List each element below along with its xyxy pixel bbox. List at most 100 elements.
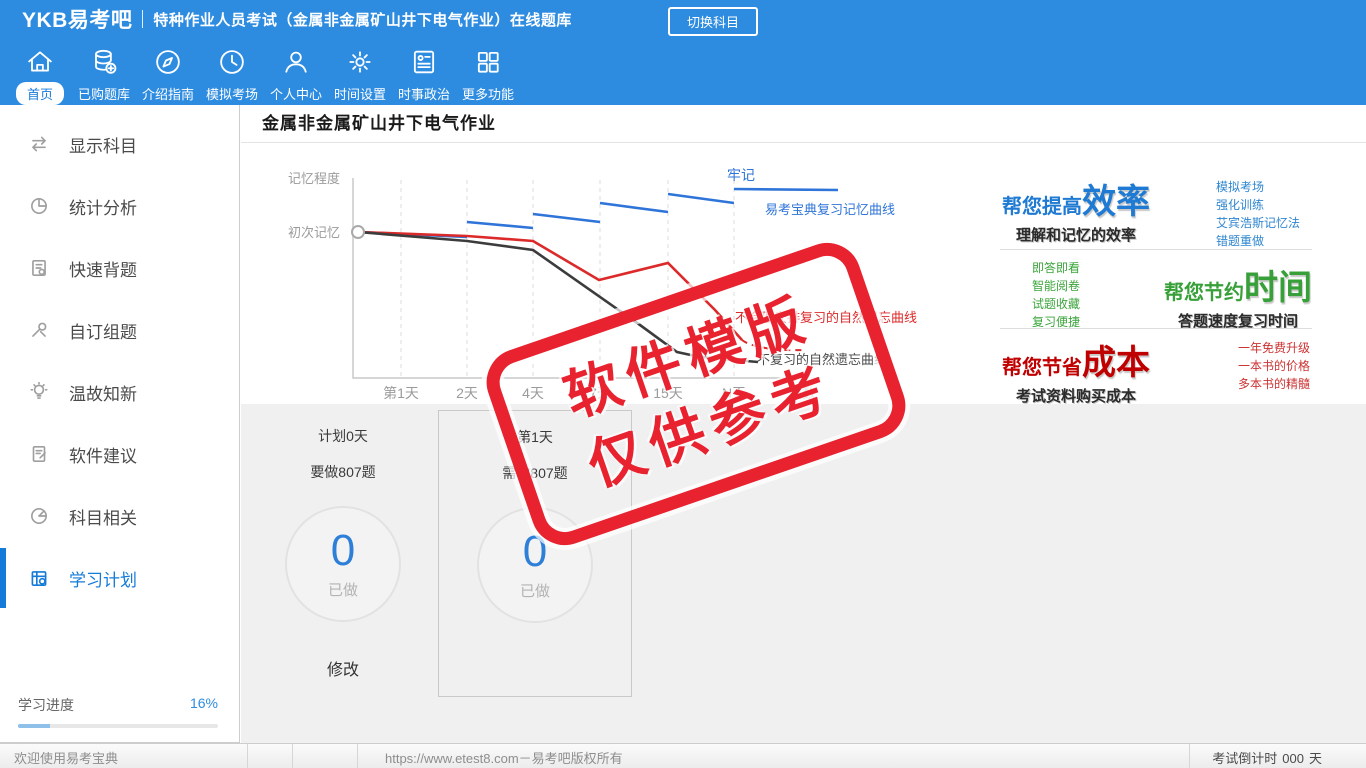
sidebar-item-label: 软件建议 xyxy=(69,446,137,466)
heading-big: 时间 xyxy=(1244,269,1312,307)
legend-review-curve: 易考宝典复习记忆曲线 xyxy=(765,202,895,217)
sidebar-item-subject-related[interactable]: 科目相关 xyxy=(0,485,239,547)
countdown-unit: 天 xyxy=(1308,751,1322,766)
heading-prefix: 帮您节约 xyxy=(1164,282,1244,304)
exam-countdown: 考试倒计时 000 天 xyxy=(1207,748,1322,767)
statusbar-divider xyxy=(1189,744,1190,768)
clock-icon xyxy=(220,50,244,74)
modify-plan-link[interactable]: 修改 xyxy=(327,656,359,680)
nav-item-personal-center[interactable]: 个人中心 xyxy=(264,46,328,105)
x-tick: 第1天 xyxy=(383,385,419,401)
plan-days: 计划0天 xyxy=(318,428,368,444)
study-progress: 学习进度 16% xyxy=(18,695,218,728)
statusbar-divider xyxy=(247,744,248,768)
benefit-time-row: 即答即看 智能阅卷 试题收藏 复习便捷 帮您节约时间 答题速度复习时间 xyxy=(1000,249,1312,331)
tools-icon xyxy=(32,322,47,337)
benefit-cost-row: 帮您节省成本 考试资料购买成本 一年免费升级 一本书的价格 多本书的精髓 xyxy=(1000,328,1312,405)
sidebar-item-custom-quiz[interactable]: 自订组题 xyxy=(0,299,239,361)
sidebar-item-study-plan[interactable]: 学习计划 xyxy=(0,547,239,609)
sidebar-item-label: 显示科目 xyxy=(69,136,137,156)
nav-item-home[interactable]: 首页 xyxy=(8,46,72,105)
progress-label: 学习进度 xyxy=(18,697,74,713)
nav-item-current-affairs[interactable]: 时事政治 xyxy=(392,46,456,105)
benefit-list-item: 一本书的价格 xyxy=(1237,359,1310,373)
plateau-label: 牢记 xyxy=(727,167,755,183)
benefit-list-item: 强化训练 xyxy=(1215,198,1264,212)
lightbulb-icon xyxy=(30,381,48,399)
heading-prefix: 帮您节省 xyxy=(1002,357,1082,379)
sidebar-item-label: 统计分析 xyxy=(69,198,137,218)
nav-item-mock-exam[interactable]: 模拟考场 xyxy=(200,46,264,105)
benefits-panel: 帮您提高效率 理解和记忆的效率 模拟考场 强化训练 艾宾浩斯记忆法 错题重做 即… xyxy=(1000,170,1312,405)
home-icon xyxy=(28,51,52,72)
done-count: 0 xyxy=(330,525,356,575)
initial-memory-label: 初次记忆 xyxy=(288,225,340,240)
benefit-list-item: 错题重做 xyxy=(1215,234,1264,248)
user-icon xyxy=(285,51,307,73)
benefit-efficiency-heading: 帮您提高效率 理解和记忆的效率 xyxy=(1002,174,1150,245)
copyright-text: https://www.etest8.com－易考吧版权所有 xyxy=(385,751,623,766)
statusbar-divider xyxy=(357,744,358,768)
progress-value: 16% xyxy=(189,695,218,711)
heading-prefix: 帮您提高 xyxy=(1002,196,1082,218)
gear-icon xyxy=(349,51,371,73)
sidebar-item-software-feedback[interactable]: 软件建议 xyxy=(0,423,239,485)
benefit-list-item: 艾宾浩斯记忆法 xyxy=(1215,216,1300,230)
benefit-list-item: 即答即看 xyxy=(1032,261,1081,275)
sidebar-item-review-old[interactable]: 温故知新 xyxy=(0,361,239,423)
plan-total-questions: 要做807题 xyxy=(310,464,376,480)
nav-label: 时间设置 xyxy=(334,87,387,102)
countdown-value: 000 xyxy=(1282,751,1304,766)
sidebar-item-label: 温故知新 xyxy=(69,384,137,404)
nav-item-time-settings[interactable]: 时间设置 xyxy=(328,46,392,105)
top-bar: YKB易考吧 特种作业人员考试（金属非金属矿山井下电气作业）在线题库 切换科目 xyxy=(0,0,1366,38)
benefit-list-item: 一年免费升级 xyxy=(1237,341,1310,355)
grid-icon xyxy=(477,51,499,73)
benefit-list-item: 试题收藏 xyxy=(1032,297,1081,311)
done-label: 已做 xyxy=(327,581,358,599)
sidebar-item-label: 科目相关 xyxy=(69,508,137,528)
page-title: 金属非金属矿山井下电气作业 xyxy=(262,114,496,133)
sidebar-item-label: 学习计划 xyxy=(69,570,137,590)
benefit-efficiency-row: 帮您提高效率 理解和记忆的效率 模拟考场 强化训练 艾宾浩斯记忆法 错题重做 xyxy=(1000,170,1312,249)
nav-label: 更多功能 xyxy=(462,87,515,102)
progress-bar xyxy=(18,724,218,728)
notebook-icon xyxy=(32,260,46,276)
countdown-label: 考试倒计时 xyxy=(1212,751,1278,766)
compass-icon xyxy=(156,50,180,74)
benefit-cost-heading: 帮您节省成本 考试资料购买成本 xyxy=(1002,335,1150,406)
sidebar-item-statistics[interactable]: 统计分析 xyxy=(0,175,239,237)
sidebar: 显示科目 统计分析 快速背题 自订组题 温故知新 软件建议 科目相关 学习计划 … xyxy=(0,105,240,743)
nav-label: 首页 xyxy=(15,82,64,105)
sidebar-item-display-subject[interactable]: 显示科目 xyxy=(0,113,239,175)
database-plus-icon xyxy=(95,49,117,74)
status-bar: 欢迎使用易考宝典 https://www.etest8.com－易考吧版权所有 … xyxy=(0,743,1366,768)
sidebar-item-label: 自订组题 xyxy=(69,322,137,342)
benefit-time-heading: 帮您节约时间 答题速度复习时间 xyxy=(1164,260,1312,331)
nav-label: 介绍指南 xyxy=(142,87,195,102)
study-plan-icon xyxy=(31,571,47,586)
document-edit-icon xyxy=(32,446,46,462)
x-tick: 2天 xyxy=(456,385,478,401)
heading-big: 效率 xyxy=(1082,183,1150,221)
benefit-list-item: 多本书的精髓 xyxy=(1237,377,1310,391)
nav-item-purchased-banks[interactable]: 已购题库 xyxy=(72,46,136,105)
newspaper-icon xyxy=(413,50,435,74)
main-toolbar: 首页 已购题库 介绍指南 模拟考场 个人中心 时间设置 时事政治 更多功能 xyxy=(8,46,520,105)
app-header: YKB易考吧 特种作业人员考试（金属非金属矿山井下电气作业）在线题库 切换科目 … xyxy=(0,0,1366,105)
benefit-list-item: 智能阅卷 xyxy=(1032,279,1081,293)
swap-arrows-icon xyxy=(32,136,46,152)
chart-segment-icon xyxy=(31,508,47,524)
nav-label: 模拟考场 xyxy=(206,87,259,102)
nav-item-more-features[interactable]: 更多功能 xyxy=(456,46,520,105)
heading-big: 成本 xyxy=(1082,344,1150,382)
done-count-ring: 0 已做 xyxy=(285,506,401,622)
y-axis-label: 记忆程度 xyxy=(288,171,340,186)
pie-chart-icon xyxy=(31,198,47,214)
plan-card-overview: 计划0天 要做807题 0 已做 修改 xyxy=(253,410,433,680)
nav-item-guide[interactable]: 介绍指南 xyxy=(136,46,200,105)
progress-bar-fill xyxy=(18,724,50,728)
sidebar-item-quick-memorize[interactable]: 快速背题 xyxy=(0,237,239,299)
switch-subject-button[interactable]: 切换科目 xyxy=(668,7,759,36)
statusbar-divider xyxy=(292,744,293,768)
